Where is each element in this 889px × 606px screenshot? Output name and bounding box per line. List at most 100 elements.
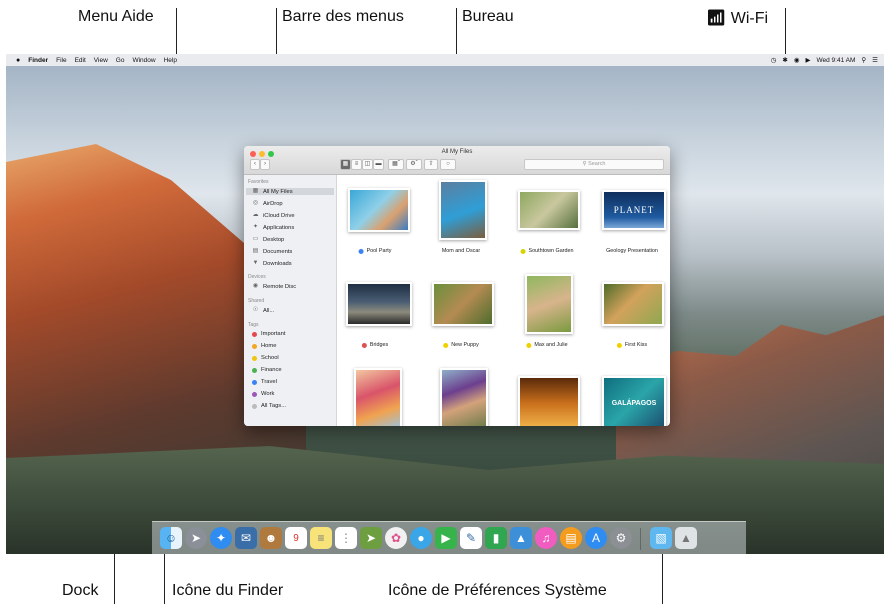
arrange-button[interactable]: ▦ˇ — [388, 159, 404, 170]
system-preferences-icon[interactable]: ⚙ — [610, 527, 632, 549]
sidebar-item-label: Applications — [263, 224, 295, 231]
contacts-icon[interactable]: ☻ — [260, 527, 282, 549]
notes-icon[interactable]: ≡ — [310, 527, 332, 549]
sidebar-item-all-my-files[interactable]: ▦ All My Files — [246, 188, 334, 195]
finder-icon[interactable]: ☺ — [160, 527, 182, 549]
apple-menu-icon[interactable]: ● — [16, 57, 20, 64]
sidebar-item-remote-disc[interactable]: ◉ Remote Disc — [252, 283, 332, 290]
sidebar-item-tag-work[interactable]: Work — [252, 391, 332, 397]
file-thumbnail[interactable] — [602, 282, 664, 326]
downloads-folder-icon[interactable]: ▧ — [650, 527, 672, 549]
app-store-icon[interactable]: A — [585, 527, 607, 549]
file-thumbnail[interactable] — [440, 368, 488, 426]
sidebar-item-applications[interactable]: ✦ Applications — [252, 224, 332, 231]
time-machine-icon[interactable]: ◷ — [771, 56, 777, 64]
tags-button[interactable]: ○ — [440, 159, 456, 170]
list-view-button[interactable]: ≡ — [351, 159, 362, 170]
tag-dot-icon — [252, 355, 257, 361]
menu-help[interactable]: Help — [164, 57, 177, 64]
file-label-mom-and-oscar[interactable]: Mom and Oscar — [442, 248, 480, 254]
menu-view[interactable]: View — [94, 57, 108, 64]
leader-line — [276, 8, 277, 56]
spotlight-icon[interactable]: ⚲ — [861, 56, 866, 64]
sidebar-item-label: All My Files — [263, 188, 293, 195]
sidebar-item-shared-all[interactable]: ☉ All... — [252, 307, 332, 314]
cover-flow-button[interactable]: ▬ — [373, 159, 384, 170]
photos-icon[interactable]: ✿ — [385, 527, 407, 549]
callout-prefs-icon: Icône de Préférences Système — [388, 582, 607, 599]
column-view-button[interactable]: ◫ — [362, 159, 373, 170]
action-gear-button[interactable]: ⚙ˇ — [406, 159, 422, 170]
sidebar-item-tag-home[interactable]: Home — [252, 343, 332, 349]
sidebar-item-documents[interactable]: ▤ Documents — [252, 248, 332, 255]
numbers-icon[interactable]: ▮ — [485, 527, 507, 549]
file-name: Southtown Garden — [528, 248, 574, 254]
bluetooth-icon[interactable]: ✱ — [782, 56, 787, 64]
file-name: Mom and Oscar — [441, 248, 481, 254]
search-input[interactable]: ⚲ Search — [524, 159, 664, 170]
sidebar-item-tag-travel[interactable]: Travel — [252, 379, 332, 385]
file-label-bridges[interactable]: Bridges — [361, 342, 388, 348]
file-thumbnail[interactable] — [525, 274, 573, 334]
ibooks-icon[interactable]: ▤ — [560, 527, 582, 549]
sidebar-item-downloads[interactable]: ▼ Downloads — [252, 260, 332, 267]
menu-go[interactable]: Go — [116, 57, 125, 64]
sidebar-item-icloud-drive[interactable]: ☁ iCloud Drive — [252, 212, 332, 219]
notification-center-icon[interactable]: ☰ — [872, 56, 878, 64]
callout-finder-icon: Icône du Finder — [172, 582, 284, 599]
itunes-icon[interactable]: ♫ — [535, 527, 557, 549]
window-titlebar[interactable]: All My Files ‹ › ▦ ≡ ◫ ▬ ▦ˇ ⚙ˇ ⇧ ○ ⚲ Sea… — [244, 146, 670, 175]
file-thumbnail[interactable] — [348, 188, 410, 232]
desktop[interactable]: ● Finder File Edit View Go Window Help ◷… — [6, 54, 884, 554]
back-button[interactable]: ‹ — [250, 159, 260, 170]
pages-icon[interactable]: ✎ — [460, 527, 482, 549]
file-thumbnail[interactable] — [518, 190, 580, 230]
file-thumbnail[interactable] — [518, 376, 580, 426]
facetime-icon[interactable]: ▶ — [435, 527, 457, 549]
menu-window[interactable]: Window — [132, 57, 155, 64]
file-thumbnail[interactable] — [354, 368, 402, 426]
dock-divider — [640, 528, 641, 550]
volume-icon[interactable]: ▶ — [806, 56, 811, 64]
calendar-icon[interactable]: 9 — [285, 527, 307, 549]
file-thumbnail[interactable] — [439, 180, 487, 240]
reminders-icon[interactable]: ⋮ — [335, 527, 357, 549]
file-label-geology-presentation[interactable]: Geology Presentation — [606, 248, 658, 254]
sidebar-item-desktop[interactable]: ▭ Desktop — [252, 236, 332, 243]
sidebar-item-airdrop[interactable]: ◎ AirDrop — [252, 200, 332, 207]
sidebar-item-tag-finance[interactable]: Finance — [252, 367, 332, 373]
file-label-southtown-garden[interactable]: Southtown Garden — [520, 248, 574, 254]
menu-edit[interactable]: Edit — [75, 57, 86, 64]
sidebar-item-tag-school[interactable]: School — [252, 355, 332, 361]
trash-icon[interactable]: ▲ — [675, 527, 697, 549]
messages-icon[interactable]: ● — [410, 527, 432, 549]
keynote-icon[interactable]: ▲ — [510, 527, 532, 549]
menu-file[interactable]: File — [56, 57, 66, 64]
file-label-first-kiss[interactable]: First Kiss — [616, 342, 647, 348]
menubar-clock[interactable]: Wed 9:41 AM — [817, 57, 856, 64]
maps-icon[interactable]: ➤ — [360, 527, 382, 549]
sidebar-item-all-tags[interactable]: All Tags... — [252, 403, 332, 409]
share-button[interactable]: ⇧ — [424, 159, 438, 170]
file-label-new-puppy[interactable]: New Puppy — [443, 342, 479, 348]
sidebar-heading-devices: Devices — [248, 274, 266, 280]
file-label-max-and-julie[interactable]: Max and Julie — [526, 342, 568, 348]
finder-window: All My Files ‹ › ▦ ≡ ◫ ▬ ▦ˇ ⚙ˇ ⇧ ○ ⚲ Sea… — [244, 146, 670, 426]
forward-button[interactable]: › — [260, 159, 270, 170]
window-title: All My Files — [441, 149, 473, 155]
file-thumbnail[interactable] — [432, 282, 494, 326]
menu-finder[interactable]: Finder — [28, 57, 48, 64]
file-thumbnail[interactable]: PLANET — [602, 190, 666, 230]
wifi-icon[interactable]: ◉ — [794, 56, 800, 64]
launchpad-icon[interactable]: ➤ — [185, 527, 207, 549]
file-thumbnail[interactable] — [346, 282, 412, 326]
sidebar-item-tag-important[interactable]: Important — [252, 331, 332, 337]
cloud-icon: ☁ — [252, 212, 259, 218]
file-thumbnail[interactable]: GALÁPAGOS — [602, 376, 666, 426]
file-label-pool-party[interactable]: Pool Party — [358, 248, 391, 254]
mail-icon[interactable]: ✉ — [235, 527, 257, 549]
tag-dot-icon — [520, 248, 526, 254]
icon-view-button[interactable]: ▦ — [340, 159, 351, 170]
callout-dock: Dock — [62, 582, 99, 599]
safari-icon[interactable]: ✦ — [210, 527, 232, 549]
